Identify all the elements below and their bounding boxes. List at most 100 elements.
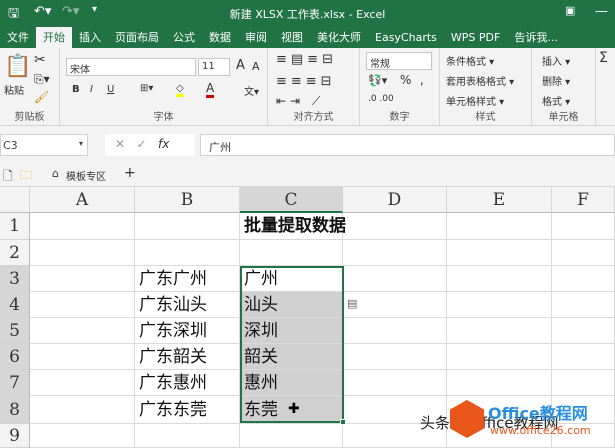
- column-header-E[interactable]: E: [447, 187, 552, 213]
- cell-A6[interactable]: [30, 344, 135, 370]
- row-header-7[interactable]: 7: [0, 370, 30, 396]
- cell-B3[interactable]: 广东广州: [135, 266, 240, 292]
- cell-D3[interactable]: [343, 266, 447, 292]
- minimize-icon[interactable]: —: [595, 4, 608, 19]
- tab-home[interactable]: 开始: [36, 27, 72, 48]
- cell-E3[interactable]: [447, 266, 552, 292]
- format-painter-icon[interactable]: 🖌: [34, 90, 49, 104]
- cell-B1[interactable]: [135, 213, 240, 240]
- cell-F4[interactable]: [552, 292, 615, 318]
- row-header-1[interactable]: 1: [0, 213, 30, 240]
- cell-C2[interactable]: [240, 240, 343, 266]
- cell-D6[interactable]: [343, 344, 447, 370]
- paste-button[interactable]: 粘贴: [4, 82, 24, 97]
- font-color-button[interactable]: A: [206, 81, 215, 98]
- cell-B5[interactable]: 广东深圳: [135, 318, 240, 344]
- tab-view[interactable]: 视图: [274, 27, 310, 48]
- cell-F7[interactable]: [552, 370, 615, 396]
- vertical-align-icons[interactable]: ≡▤≡⊟: [276, 52, 337, 67]
- row-header-6[interactable]: 6: [0, 344, 30, 370]
- column-header-D[interactable]: D: [343, 187, 447, 213]
- tab-page-layout[interactable]: 页面布局: [108, 27, 166, 48]
- cell-F3[interactable]: [552, 266, 615, 292]
- column-header-C[interactable]: C: [240, 187, 343, 213]
- cell-B9[interactable]: [135, 424, 240, 448]
- fill-handle[interactable]: [340, 419, 346, 425]
- tab-formulas[interactable]: 公式: [166, 27, 202, 48]
- cell-B4[interactable]: 广东汕头: [135, 292, 240, 318]
- tab-review[interactable]: 审阅: [238, 27, 274, 48]
- cell-E4[interactable]: [447, 292, 552, 318]
- select-all-button[interactable]: [0, 187, 30, 213]
- horizontal-align-icons[interactable]: ≡≡≡⊟: [276, 74, 336, 89]
- cell-F6[interactable]: [552, 344, 615, 370]
- tab-data[interactable]: 数据: [202, 27, 238, 48]
- column-header-B[interactable]: B: [135, 187, 240, 213]
- new-file-icon[interactable]: 🗋: [3, 167, 13, 188]
- cell-A4[interactable]: [30, 292, 135, 318]
- row-header-2[interactable]: 2: [0, 240, 30, 266]
- italic-button[interactable]: I: [90, 84, 93, 95]
- cell-styles-button[interactable]: 单元格样式 ▾: [446, 93, 504, 108]
- add-tab-button[interactable]: +: [124, 165, 136, 181]
- grow-font-button[interactable]: A: [236, 58, 245, 73]
- cell-B6[interactable]: 广东韶关: [135, 344, 240, 370]
- cell-E5[interactable]: [447, 318, 552, 344]
- cell-A7[interactable]: [30, 370, 135, 396]
- formula-input[interactable]: 广州: [200, 134, 615, 156]
- cell-A9[interactable]: [30, 424, 135, 448]
- cell-C1[interactable]: 批量提取数据: [240, 213, 346, 240]
- insert-cells-button[interactable]: 插入 ▾: [542, 53, 570, 68]
- cell-D1[interactable]: [343, 213, 447, 240]
- tab-tell-me[interactable]: 告诉我...: [507, 27, 565, 48]
- cell-C6[interactable]: 韶关: [240, 344, 343, 370]
- phonetic-icon[interactable]: 文▾: [244, 83, 259, 98]
- tab-beautify[interactable]: 美化大师: [310, 27, 368, 48]
- quick-analysis-icon[interactable]: ▤: [347, 297, 357, 310]
- cell-C9[interactable]: [240, 424, 343, 448]
- copy-icon[interactable]: ⎘▾: [34, 72, 50, 87]
- insert-function-button[interactable]: fx: [158, 137, 169, 151]
- cell-A1[interactable]: [30, 213, 135, 240]
- decimal-icons[interactable]: .0 .00: [368, 94, 394, 104]
- cell-F5[interactable]: [552, 318, 615, 344]
- shrink-font-button[interactable]: A: [252, 60, 260, 73]
- cell-F1[interactable]: [552, 213, 615, 240]
- percent-button[interactable]: %: [400, 73, 411, 87]
- font-name-select[interactable]: 宋体: [66, 58, 196, 76]
- cell-C7[interactable]: 惠州: [240, 370, 343, 396]
- indent-icons[interactable]: ⇤⇥ ⟋: [276, 94, 324, 109]
- fill-color-icon[interactable]: ◇: [176, 83, 184, 97]
- cell-A2[interactable]: [30, 240, 135, 266]
- enter-icon[interactable]: ✓: [137, 137, 147, 151]
- cancel-icon[interactable]: ✕: [115, 137, 125, 151]
- format-cells-button[interactable]: 格式 ▾: [542, 93, 570, 108]
- cell-A5[interactable]: [30, 318, 135, 344]
- column-header-A[interactable]: A: [30, 187, 135, 213]
- row-header-4[interactable]: 4: [0, 292, 30, 318]
- cell-D4[interactable]: [343, 292, 447, 318]
- template-tab[interactable]: 模板专区: [66, 168, 106, 183]
- cell-C3[interactable]: 广州: [240, 266, 343, 292]
- ribbon-display-icon[interactable]: ▣: [565, 4, 575, 17]
- cell-E2[interactable]: [447, 240, 552, 266]
- cut-icon[interactable]: ✂: [34, 52, 46, 68]
- tab-file[interactable]: 文件: [0, 27, 36, 48]
- cell-A8[interactable]: [30, 396, 135, 424]
- accounting-icon[interactable]: 💱▾: [368, 74, 387, 87]
- border-icon[interactable]: ⊞▾: [140, 83, 153, 94]
- cell-E6[interactable]: [447, 344, 552, 370]
- folder-icon[interactable]: 🗀: [20, 166, 32, 187]
- row-header-3[interactable]: 3: [0, 266, 30, 292]
- cell-D7[interactable]: [343, 370, 447, 396]
- column-header-F[interactable]: F: [552, 187, 615, 213]
- cell-B8[interactable]: 广东东莞: [135, 396, 240, 424]
- comma-button[interactable]: ,: [420, 73, 424, 87]
- cell-B7[interactable]: 广东惠州: [135, 370, 240, 396]
- cell-E7[interactable]: [447, 370, 552, 396]
- row-header-8[interactable]: 8: [0, 396, 30, 424]
- font-size-select[interactable]: 11: [198, 58, 230, 76]
- row-header-9[interactable]: 9: [0, 424, 30, 448]
- cell-D2[interactable]: [343, 240, 447, 266]
- cell-A3[interactable]: [30, 266, 135, 292]
